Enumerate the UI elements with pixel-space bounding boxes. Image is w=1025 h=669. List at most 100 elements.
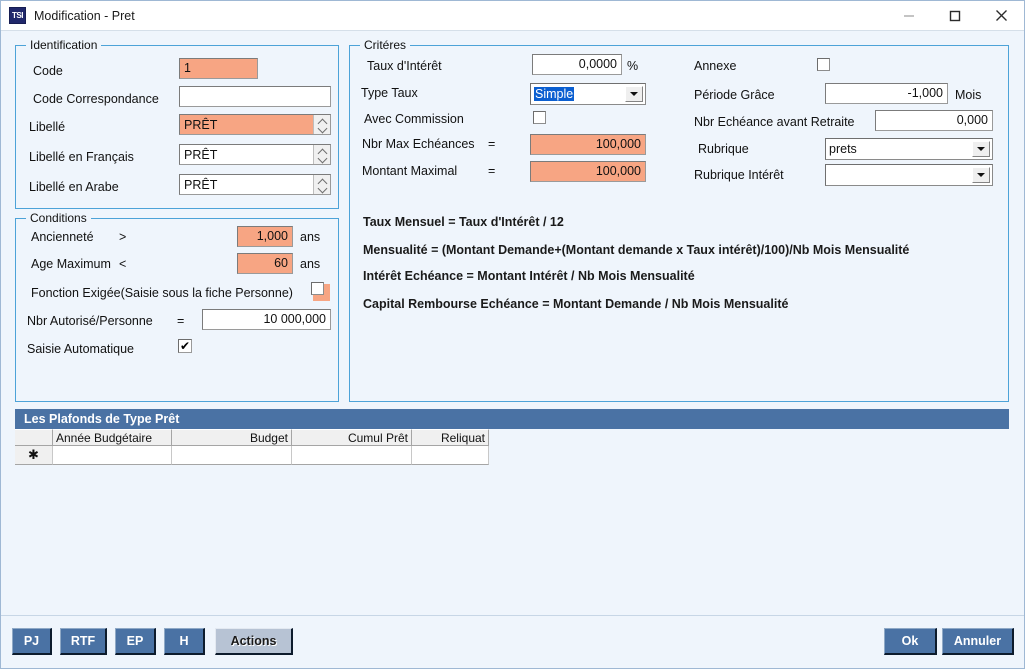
- libelle-fr-spin-input[interactable]: PRÊT: [179, 144, 331, 165]
- app-icon: TSI: [9, 7, 26, 24]
- minimize-icon: [904, 15, 914, 16]
- label-libelle-fr: Libellé en Français: [29, 150, 134, 164]
- criteres-legend: Critéres: [360, 38, 411, 52]
- h-button[interactable]: H: [164, 628, 205, 655]
- type-taux-dropdown-button[interactable]: [625, 86, 643, 102]
- taux-interet-input[interactable]: 0,0000: [532, 54, 622, 75]
- annuler-button[interactable]: Annuler: [942, 628, 1014, 655]
- saisie-automatique-checkbox[interactable]: ✔: [178, 339, 192, 353]
- client-area: Identification Code 1 Code Correspondanc…: [1, 31, 1024, 668]
- label-avec-commission: Avec Commission: [364, 112, 464, 126]
- bottom-toolbar: PJ RTF EP H Actions Ok Annuler: [1, 615, 1024, 668]
- unit-anciennete: ans: [300, 230, 321, 244]
- nbr-echeance-retraite-input[interactable]: 0,000: [875, 110, 993, 131]
- operator-anciennete: >: [119, 230, 127, 244]
- grid-header-row: Année Budgétaire Budget Cumul Prêt Reliq…: [15, 429, 1009, 446]
- application-window: TSI Modification - Pret Identification C…: [0, 0, 1025, 669]
- chevron-down-icon: [318, 186, 327, 191]
- window-title: Modification - Pret: [34, 8, 135, 23]
- libelle-ar-spinner[interactable]: [313, 175, 330, 194]
- plafonds-grid[interactable]: Année Budgétaire Budget Cumul Prêt Reliq…: [15, 429, 1009, 465]
- ep-button[interactable]: EP: [115, 628, 156, 655]
- close-icon: [995, 10, 1007, 21]
- rubrique-interet-combo[interactable]: [825, 164, 993, 186]
- grid-cell-budget[interactable]: [172, 446, 292, 465]
- libelle-fr-input[interactable]: PRÊT: [180, 145, 313, 164]
- fonction-exigee-checkbox[interactable]: [311, 282, 324, 295]
- grid-title: Les Plafonds de Type Prêt: [15, 409, 1009, 429]
- rubrique-value: prets: [829, 142, 857, 156]
- montant-maximal-input[interactable]: 100,000: [530, 161, 646, 182]
- grid-header-reliquat[interactable]: Reliquat: [412, 429, 489, 446]
- annexe-checkbox[interactable]: [817, 58, 830, 71]
- unit-taux-interet: %: [627, 59, 639, 73]
- chevron-down-icon: [318, 126, 327, 131]
- grid-cell-annee-budgetaire[interactable]: [53, 446, 172, 465]
- rtf-button[interactable]: RTF: [60, 628, 107, 655]
- avec-commission-checkbox[interactable]: [533, 111, 546, 124]
- type-taux-value: Simple: [534, 87, 575, 101]
- rubrique-interet-value: [826, 165, 972, 185]
- grid-new-row[interactable]: ✱: [15, 446, 1009, 465]
- periode-grace-input[interactable]: -1,000: [825, 83, 948, 104]
- check-icon: ✔: [179, 339, 191, 353]
- grid-cell-reliquat[interactable]: [412, 446, 489, 465]
- libelle-ar-spin-input[interactable]: PRÊT: [179, 174, 331, 195]
- operator-age-maximum: <: [119, 257, 127, 271]
- chevron-down-icon: [977, 147, 985, 151]
- maximize-icon: [949, 10, 961, 21]
- operator-nbr-autorise: =: [177, 314, 185, 328]
- chevron-down-icon: [977, 173, 985, 177]
- rubrique-interet-dropdown-button[interactable]: [972, 167, 990, 183]
- label-libelle: Libellé: [29, 120, 66, 134]
- conditions-legend: Conditions: [26, 211, 91, 225]
- nbr-autorise-input[interactable]: 10 000,000: [202, 309, 331, 330]
- pj-button[interactable]: PJ: [12, 628, 52, 655]
- grid-header-budget[interactable]: Budget: [172, 429, 292, 446]
- label-nbr-echeance-retraite: Nbr Echéance avant Retraite: [694, 115, 855, 129]
- minimize-button[interactable]: [886, 1, 932, 30]
- maximize-button[interactable]: [932, 1, 978, 30]
- chevron-down-icon: [318, 156, 327, 161]
- unit-age-maximum: ans: [300, 257, 321, 271]
- actions-button[interactable]: Actions: [215, 628, 293, 655]
- code-correspondance-input[interactable]: [179, 86, 331, 107]
- label-anciennete: Ancienneté: [31, 230, 94, 244]
- label-code-correspondance: Code Correspondance: [33, 92, 159, 106]
- libelle-spinner[interactable]: [313, 115, 330, 134]
- code-input[interactable]: 1: [179, 58, 258, 79]
- label-rubrique-interet: Rubrique Intérêt: [694, 168, 784, 182]
- unit-periode-grace: Mois: [955, 88, 982, 102]
- nbr-max-echeances-input[interactable]: 100,000: [530, 134, 646, 155]
- operator-nbr-max-echeances: =: [488, 137, 496, 151]
- anciennete-input[interactable]: 1,000: [237, 226, 293, 247]
- title-bar: TSI Modification - Pret: [1, 1, 1024, 31]
- formula-interet-echeance: Intérêt Echéance = Montant Intérêt / Nb …: [363, 269, 695, 283]
- grid-cell-cumul-pret[interactable]: [292, 446, 412, 465]
- type-taux-value-wrap: Simple: [531, 84, 625, 104]
- libelle-spin-input[interactable]: PRÊT: [179, 114, 331, 135]
- label-age-maximum: Age Maximum: [31, 257, 111, 271]
- label-nbr-autorise: Nbr Autorisé/Personne: [27, 314, 153, 328]
- grid-new-row-marker[interactable]: ✱: [15, 446, 53, 465]
- grid-header-cumul-pret[interactable]: Cumul Prêt: [292, 429, 412, 446]
- ok-button[interactable]: Ok: [884, 628, 937, 655]
- formula-taux-mensuel: Taux Mensuel = Taux d'Intérêt / 12: [363, 215, 564, 229]
- label-annexe: Annexe: [694, 59, 737, 73]
- rubrique-dropdown-button[interactable]: [972, 141, 990, 157]
- rubrique-combo[interactable]: prets: [825, 138, 993, 160]
- libelle-ar-input[interactable]: PRÊT: [180, 175, 313, 194]
- age-maximum-input[interactable]: 60: [237, 253, 293, 274]
- libelle-input[interactable]: PRÊT: [180, 115, 313, 134]
- label-periode-grace: Période Grâce: [694, 88, 775, 102]
- grid-header-annee-budgetaire[interactable]: Année Budgétaire: [53, 429, 172, 446]
- label-taux-interet: Taux d'Intérêt: [367, 59, 442, 73]
- close-button[interactable]: [978, 1, 1024, 30]
- chevron-down-icon: [630, 92, 638, 96]
- identification-legend: Identification: [26, 38, 102, 52]
- label-saisie-automatique: Saisie Automatique: [27, 342, 135, 356]
- label-type-taux: Type Taux: [361, 86, 418, 100]
- libelle-fr-spinner[interactable]: [313, 145, 330, 164]
- type-taux-combo[interactable]: Simple: [530, 83, 646, 105]
- grid-header-rowmarker[interactable]: [15, 429, 53, 446]
